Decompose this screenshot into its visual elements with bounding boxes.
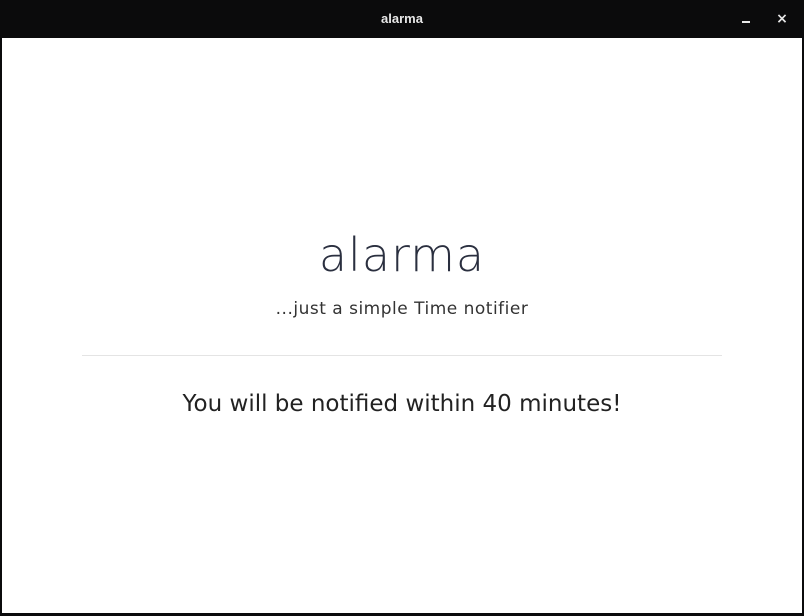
notification-message: You will be notified within 40 minutes! — [182, 391, 622, 417]
close-icon: × — [776, 11, 788, 27]
title-bar[interactable]: alarma × — [0, 0, 804, 38]
app-subtitle: ...just a simple Time notifier — [275, 299, 529, 319]
divider — [82, 355, 722, 356]
app-content: alarma ...just a simple Time notifier Yo… — [2, 38, 802, 613]
minimize-icon — [742, 21, 750, 23]
app-title: alarma — [318, 228, 486, 282]
minimize-button[interactable] — [736, 9, 756, 29]
close-button[interactable]: × — [772, 9, 792, 29]
window-title: alarma — [381, 11, 423, 26]
